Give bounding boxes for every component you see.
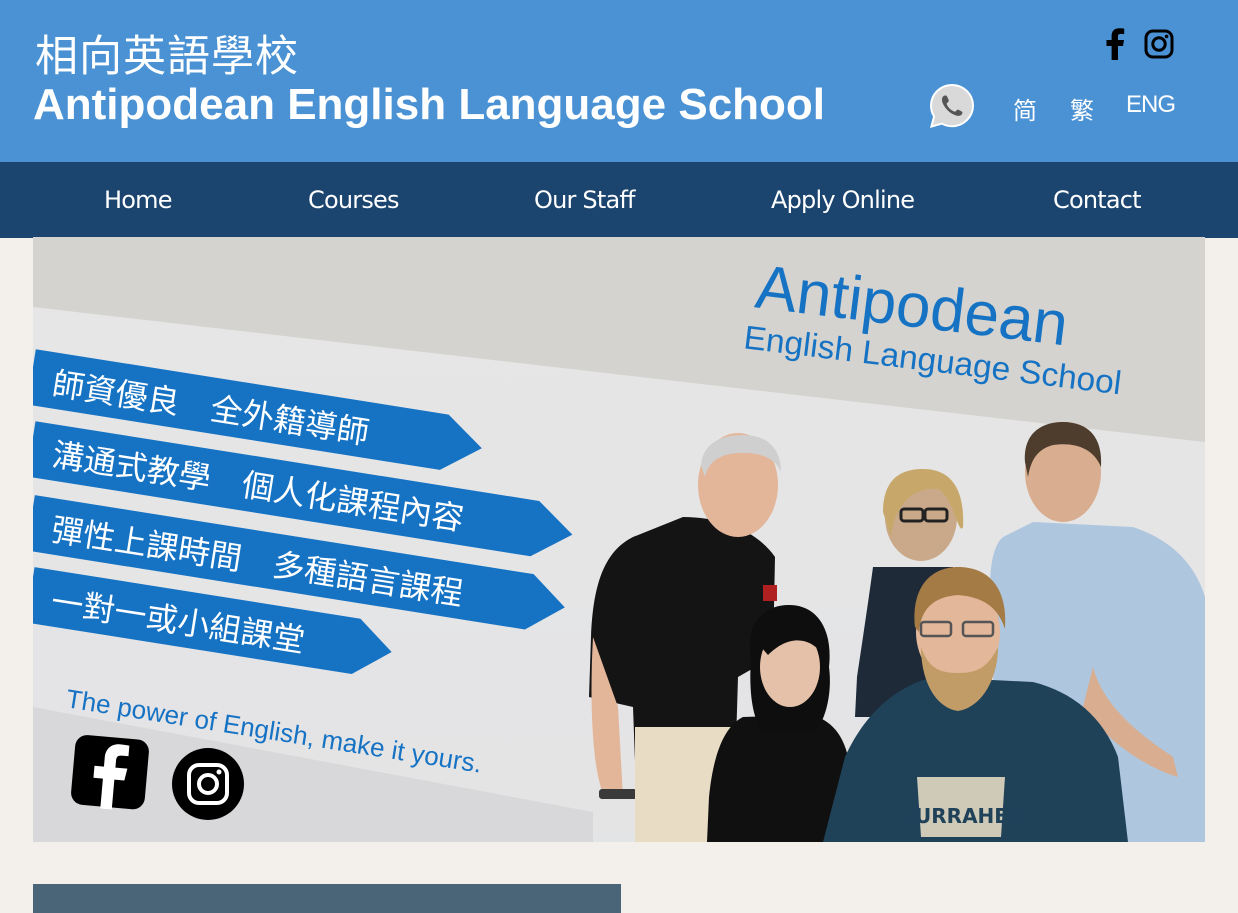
language-simplified[interactable]: 简 — [1013, 91, 1037, 126]
content-panel — [33, 884, 621, 913]
banner-facebook-icon[interactable] — [70, 734, 150, 812]
instagram-icon[interactable] — [1142, 27, 1176, 61]
nav-contact[interactable]: Contact — [1053, 186, 1142, 214]
site-header: 相向英語學校 Antipodean English Language Schoo… — [0, 0, 1238, 162]
language-english[interactable]: ENG — [1126, 91, 1176, 119]
nav-our-staff[interactable]: Our Staff — [534, 186, 635, 214]
site-title-english[interactable]: Antipodean English Language School — [33, 80, 825, 130]
whatsapp-icon[interactable] — [928, 82, 976, 130]
nav-courses[interactable]: Courses — [308, 186, 400, 214]
main-nav: Home Courses Our Staff Apply Online Cont… — [0, 162, 1238, 238]
banner-instagram-icon[interactable] — [172, 748, 244, 820]
facebook-icon[interactable] — [1098, 27, 1132, 61]
site-title-chinese[interactable]: 相向英語學校 — [35, 22, 299, 84]
nav-home[interactable]: Home — [104, 186, 172, 214]
shirt-print-text: CURRAHEE — [900, 804, 1021, 828]
hero-banner: Antipodean English Language School 師資優良 … — [33, 237, 1205, 842]
language-traditional[interactable]: 繁 — [1070, 91, 1094, 126]
nav-apply-online[interactable]: Apply Online — [771, 186, 915, 214]
